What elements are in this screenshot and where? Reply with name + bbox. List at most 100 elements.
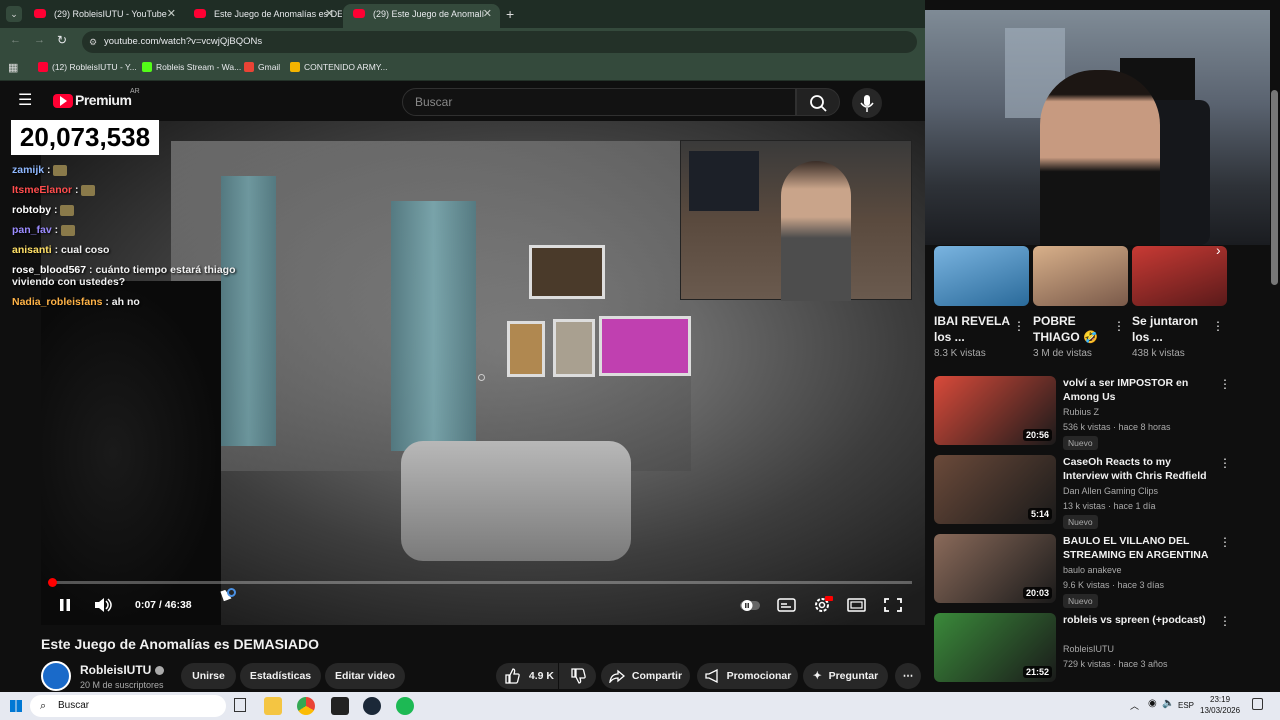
autoplay-icon xyxy=(740,600,760,611)
more-options-icon[interactable]: ⋮ xyxy=(1219,378,1231,390)
short-thumbnail[interactable] xyxy=(934,246,1029,306)
promote-button[interactable]: Promocionar xyxy=(697,663,798,689)
video-meta: 536 k vistas · hace 8 horas xyxy=(1063,422,1171,432)
video-title[interactable]: BAULO EL VILLANO DEL STREAMING EN ARGENT… xyxy=(1063,534,1213,562)
video-meta: 13 k vistas · hace 1 día xyxy=(1063,501,1156,511)
tab-video-active[interactable]: (29) Este Juego de Anomalí ✕ xyxy=(343,4,500,28)
close-icon[interactable]: ✕ xyxy=(483,4,492,24)
more-options-icon[interactable]: ⋮ xyxy=(1212,320,1224,332)
taskbar-clock[interactable]: 23:19 13/03/2026 xyxy=(1200,694,1240,716)
chrome-icon[interactable] xyxy=(297,697,315,715)
more-options-icon[interactable]: ⋮ xyxy=(1219,457,1231,469)
video-thumbnail[interactable]: 20:03 xyxy=(934,534,1056,603)
url-input[interactable]: ⚙ youtube.com/watch?v=vcwjQjBQONs xyxy=(82,31,917,53)
video-title[interactable]: volví a ser IMPOSTOR en Among Us xyxy=(1063,376,1213,404)
drive-icon xyxy=(290,62,300,72)
short-title[interactable]: IBAI REVELA los ... xyxy=(934,313,1010,345)
video-title[interactable]: robleis vs spreen (+podcast) xyxy=(1063,613,1213,627)
forward-icon[interactable]: → xyxy=(34,34,45,46)
site-info-icon[interactable]: ⚙ xyxy=(89,31,97,53)
more-options-icon[interactable]: ⋮ xyxy=(1013,320,1025,332)
emote-icon xyxy=(81,184,96,196)
join-button[interactable]: Unirse xyxy=(181,663,236,689)
video-thumbnail[interactable]: 5:14 xyxy=(934,455,1056,524)
dislike-button[interactable] xyxy=(559,663,596,689)
tray-chevron-icon[interactable]: ︿ xyxy=(1130,699,1139,712)
edit-video-button[interactable]: Editar video xyxy=(325,663,405,689)
volume-icon[interactable]: 🔈 xyxy=(1162,698,1174,709)
fullscreen-button[interactable] xyxy=(882,596,904,614)
stats-button[interactable]: Estadísticas xyxy=(240,663,321,689)
language-indicator[interactable]: ESP xyxy=(1178,701,1194,710)
tab-label: Este Juego de Anomalías es DE xyxy=(214,9,342,19)
back-icon[interactable]: ← xyxy=(10,34,21,46)
close-icon[interactable]: ✕ xyxy=(167,4,176,24)
channel-name[interactable]: RobleisIUTU xyxy=(80,663,164,677)
search-button[interactable] xyxy=(796,88,840,116)
voice-search-button[interactable] xyxy=(852,88,882,118)
duration-badge: 5:14 xyxy=(1027,508,1052,520)
volume-icon xyxy=(95,598,112,612)
shorts-next-button[interactable]: › xyxy=(1216,242,1234,260)
windows-start-icon[interactable] xyxy=(10,700,22,712)
bookmark-youtube[interactable]: (12) RobleisIUTU - Y... xyxy=(38,62,137,72)
youtube-icon xyxy=(38,62,48,72)
autoplay-toggle[interactable] xyxy=(738,596,760,614)
epic-games-icon[interactable] xyxy=(331,697,349,715)
chat-message: Nadia_robleisfans : ah no xyxy=(12,296,272,308)
volume-button[interactable] xyxy=(93,596,115,614)
more-options-icon[interactable]: ⋮ xyxy=(1113,320,1125,332)
short-views: 438 k vistas xyxy=(1132,348,1185,359)
video-title[interactable]: CaseOh Reacts to my Interview with Chris… xyxy=(1063,455,1213,483)
channel-name[interactable]: RobleisIUTU xyxy=(1063,644,1114,654)
tab-search-icon[interactable]: ⌄ xyxy=(6,6,22,22)
short-thumbnail[interactable] xyxy=(1033,246,1128,306)
video-thumbnail[interactable]: 21:52 xyxy=(934,613,1056,682)
page-scrollbar[interactable] xyxy=(1271,90,1278,285)
browser-address-bar: ← → ↻ ⚙ youtube.com/watch?v=vcwjQjBQONs xyxy=(0,28,925,56)
network-icon[interactable]: ◉ xyxy=(1148,698,1157,709)
bookmark-kick[interactable]: Robleis Stream - Wa... xyxy=(142,62,241,72)
search-input[interactable]: Buscar xyxy=(402,88,796,116)
new-tab-button[interactable]: + xyxy=(506,6,514,22)
tab-youtube-channel[interactable]: (29) RobleisIUTU - YouTube ✕ xyxy=(24,4,184,28)
channel-name[interactable]: baulo anakeve xyxy=(1063,565,1122,575)
channel-name[interactable]: Dan Allen Gaming Clips xyxy=(1063,486,1158,496)
taskbar-search-input[interactable]: ⌕ Buscar xyxy=(30,695,226,717)
close-icon[interactable]: ✕ xyxy=(325,4,334,24)
browser-tab-bar: ⌄ (29) RobleisIUTU - YouTube ✕ Este Jueg… xyxy=(0,0,925,28)
video-thumbnail[interactable]: 20:56 xyxy=(934,376,1056,445)
pause-button[interactable] xyxy=(56,596,78,614)
progress-scrubber[interactable] xyxy=(48,578,57,587)
short-title[interactable]: POBRE THIAGO 🤣 xyxy=(1033,313,1098,345)
like-button[interactable]: 4.9 K xyxy=(496,663,558,689)
subtitles-button[interactable] xyxy=(776,596,798,614)
file-explorer-icon[interactable] xyxy=(264,697,282,715)
channel-avatar[interactable] xyxy=(41,661,71,691)
menu-icon[interactable]: ☰ xyxy=(18,90,32,110)
more-options-icon[interactable]: ⋮ xyxy=(1219,615,1231,627)
notification-icon[interactable] xyxy=(1252,698,1263,710)
channel-name[interactable]: Rubius Z xyxy=(1063,407,1099,417)
ask-button[interactable]: ✦ Preguntar xyxy=(803,663,888,689)
settings-button[interactable] xyxy=(811,596,833,614)
bookmark-drive[interactable]: CONTENIDO ARMY... xyxy=(290,62,387,72)
steam-icon[interactable] xyxy=(363,697,381,715)
theater-mode-button[interactable] xyxy=(846,596,868,614)
short-thumbnail[interactable] xyxy=(1132,246,1227,306)
subscriber-count: 20 M de suscriptores xyxy=(80,680,164,690)
chat-separator: : xyxy=(51,224,62,236)
short-title[interactable]: Se juntaron los ... xyxy=(1132,313,1198,345)
bookmark-gmail[interactable]: Gmail xyxy=(244,62,280,72)
more-actions-button[interactable]: ⋯ xyxy=(895,663,921,689)
reload-icon[interactable]: ↻ xyxy=(57,33,67,47)
progress-bar[interactable] xyxy=(52,581,912,584)
task-view-icon[interactable] xyxy=(234,698,246,712)
apps-grid-icon[interactable]: ▦ xyxy=(8,61,18,74)
spotify-icon[interactable] xyxy=(396,697,414,715)
streamer-webcam xyxy=(925,10,1270,245)
tab-video-1[interactable]: Este Juego de Anomalías es DE ✕ xyxy=(184,4,342,28)
more-options-icon[interactable]: ⋮ xyxy=(1219,536,1231,548)
share-button[interactable]: Compartir xyxy=(601,663,690,689)
tab-label: (29) Este Juego de Anomalí xyxy=(373,9,485,19)
